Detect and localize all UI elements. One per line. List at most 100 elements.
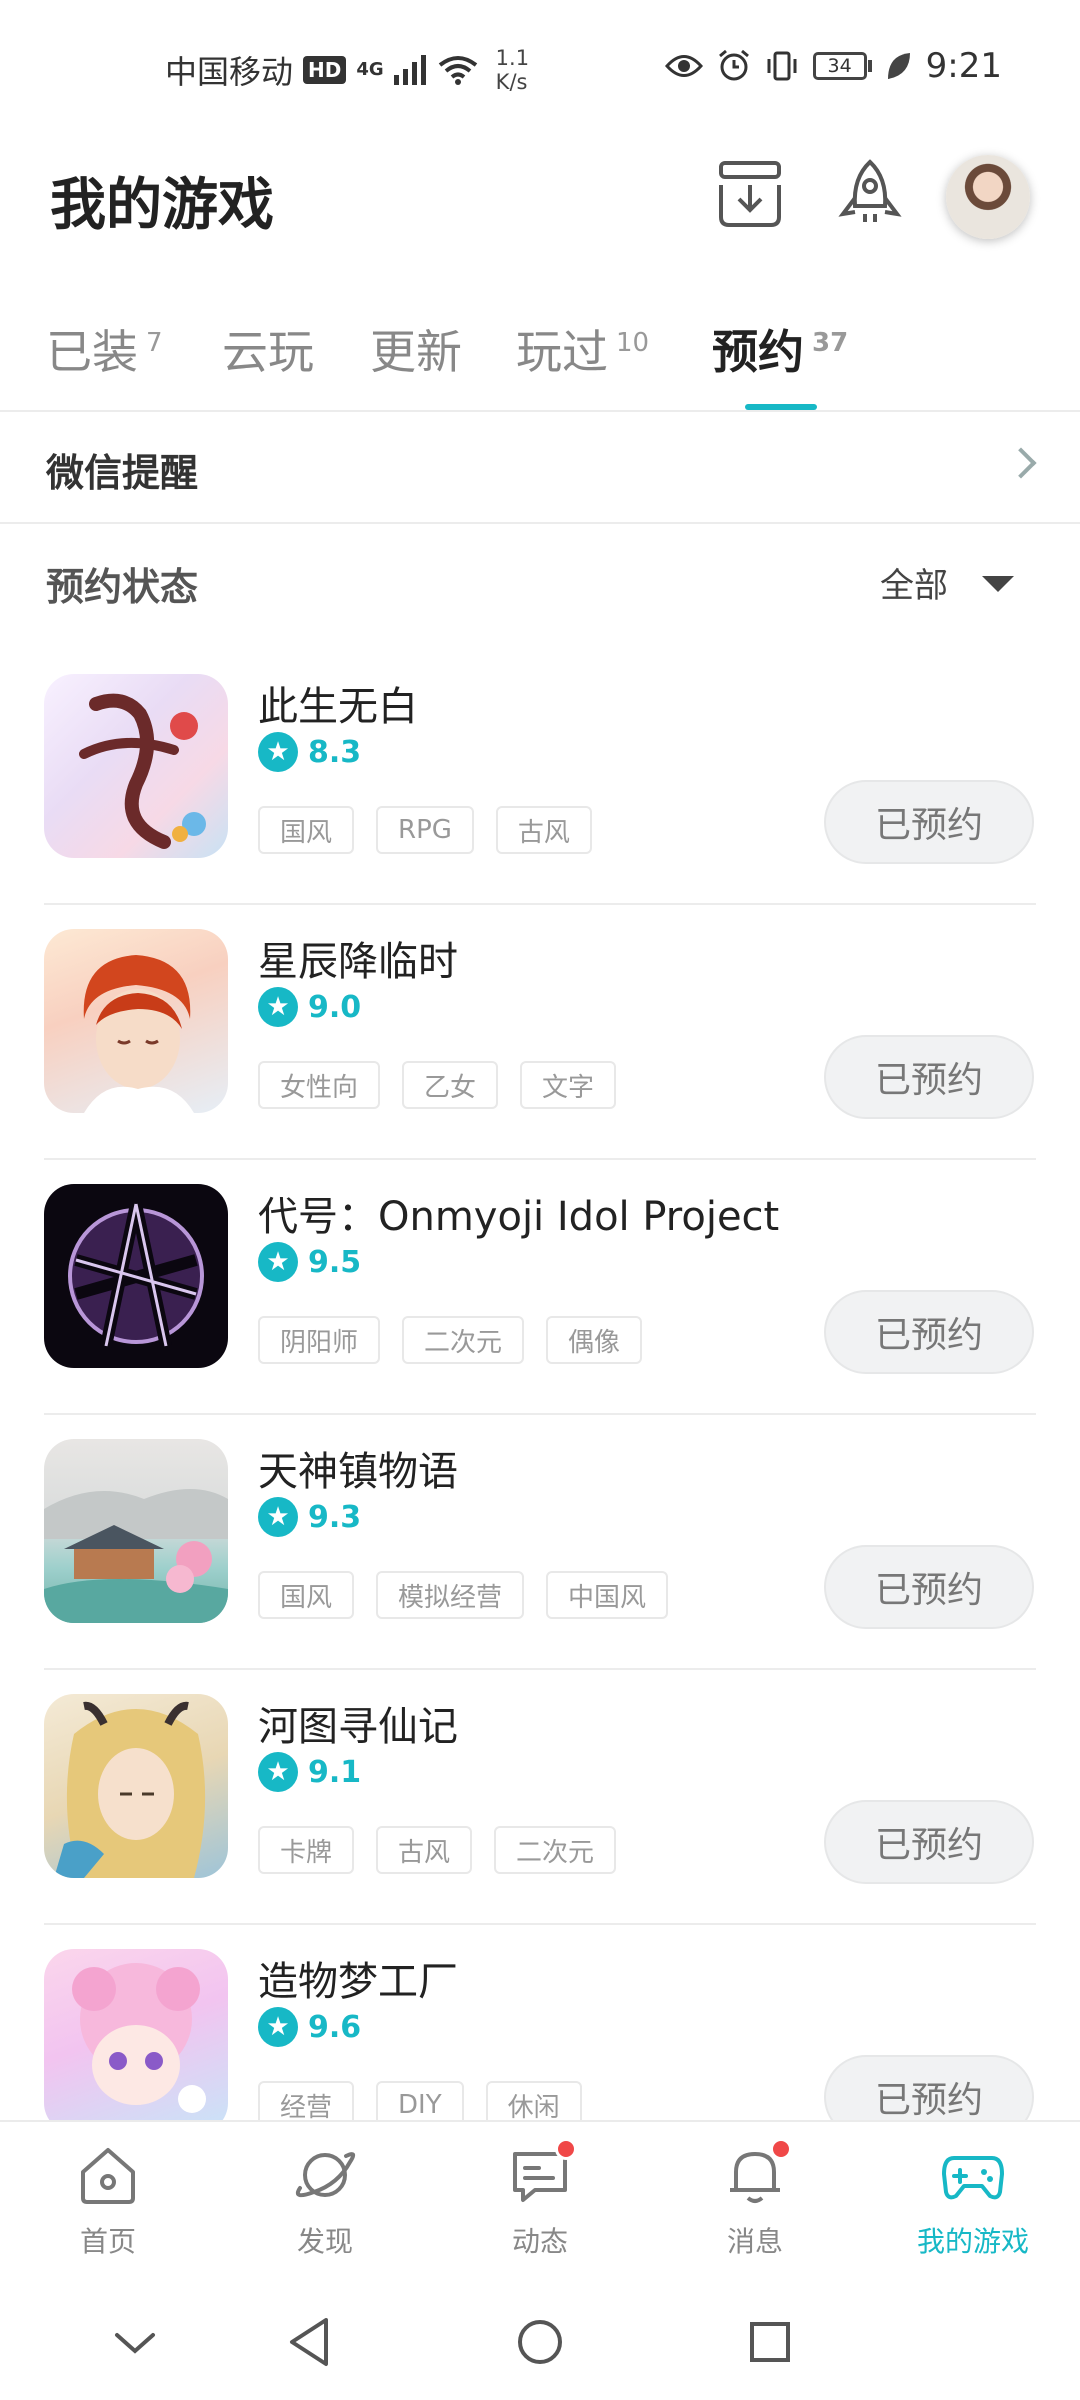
reserved-button[interactable]: 已预约 [824,1545,1034,1629]
rating-value: 8.3 [308,734,362,770]
game-item[interactable]: 造物梦工厂 ★ 9.6 经营 DIY 休闲 已预约 [0,1925,1080,2120]
notification-dot [555,2138,577,2160]
alarm-icon [718,49,749,81]
back-button[interactable] [280,2312,340,2372]
game-icon[interactable] [44,929,228,1113]
game-icon[interactable] [44,1694,228,1878]
game-tag: RPG [376,806,474,854]
nav-messages[interactable]: 消息 [675,2138,835,2260]
tab-played[interactable]: 玩过 10 [516,316,649,382]
nav-my-games[interactable]: 我的游戏 [893,2142,1053,2260]
download-manager-button[interactable] [708,152,792,236]
chat-icon [507,2138,577,2208]
tab-label: 更新 [370,325,462,379]
game-tags: 卡牌 古风 二次元 [258,1826,617,1874]
game-icon-art [44,1489,228,1623]
game-rating: ★ 9.0 [258,987,361,1027]
star-icon: ★ [258,2007,298,2047]
game-icon[interactable] [44,674,228,858]
filter-dropdown[interactable]: 全部 [880,558,948,607]
game-tag: 乙女 [402,1061,499,1109]
game-item[interactable]: 河图寻仙记 ★ 9.1 卡牌 古风 二次元 已预约 [0,1670,1080,1925]
tab-updates[interactable]: 更新 [370,316,462,382]
game-tag: 阴阳师 [258,1316,381,1364]
notification-dot [770,2138,792,2160]
wechat-reminder-label: 微信提醒 [46,451,199,495]
reserved-button[interactable]: 已预约 [824,1290,1034,1374]
game-name: 河图寻仙记 [258,1704,458,1750]
page-title: 我的游戏 [50,173,274,238]
reserved-button[interactable]: 已预约 [824,2055,1034,2120]
star-icon: ★ [258,987,298,1027]
reservation-filter-row: 预约状态 全部 [0,524,1080,644]
game-rating: ★ 9.5 [258,1242,361,1282]
wechat-reminder-row[interactable]: 微信提醒 [0,412,1080,522]
reserved-button[interactable]: 已预约 [824,1800,1034,1884]
rating-value: 9.3 [308,1499,362,1535]
reserved-button[interactable]: 已预约 [824,1035,1034,1119]
game-tag: 文字 [520,1061,617,1109]
game-name: 星辰降临时 [258,939,458,985]
reserved-button[interactable]: 已预约 [824,780,1034,864]
nav-discover[interactable]: 发现 [245,2142,405,2260]
nav-feed[interactable]: 动态 [460,2138,620,2260]
wifi-icon [438,56,477,85]
game-icon[interactable] [44,1439,228,1623]
filter-label: 预约状态 [46,565,199,609]
game-icon[interactable] [44,1184,228,1368]
game-tag: 国风 [258,806,355,854]
game-name: 此生无白 [258,684,418,730]
back-triangle-icon [290,2318,328,2366]
home-system-button[interactable] [510,2312,570,2372]
speedup-button[interactable] [828,152,912,236]
header: 我的游戏 [0,130,1080,260]
game-item[interactable]: 代号：Onmyoji Idol Project ★ 9.5 阴阳师 二次元 偶像… [0,1160,1080,1415]
game-rating: ★ 8.3 [258,732,361,772]
network-type: 4G [356,59,384,80]
nav-home[interactable]: 首页 [28,2142,188,2260]
carrier-name: 中国移动 [165,53,294,91]
status-right: 34 9:21 [664,46,1002,86]
avatar[interactable] [946,155,1030,239]
rocket-icon [838,159,902,222]
game-rating: ★ 9.6 [258,2007,361,2047]
star-icon: ★ [258,732,298,772]
collapse-button[interactable] [105,2312,165,2372]
leaf-icon [887,53,910,79]
game-icon-art [79,693,206,849]
star-icon: ★ [258,1752,298,1792]
game-item[interactable]: 此生无白 ★ 8.3 国风 RPG 古风 已预约 [0,650,1080,905]
home-icon [75,2142,141,2208]
rating-value: 9.1 [308,1754,362,1790]
clock: 9:21 [925,46,1002,86]
star-icon: ★ [258,1497,298,1537]
tab-installed[interactable]: 已装 7 [46,316,163,382]
game-item[interactable]: 天神镇物语 ★ 9.3 国风 模拟经营 中国风 已预约 [0,1415,1080,1670]
game-tag: 二次元 [494,1826,617,1874]
game-icon[interactable] [44,1949,228,2120]
speed-unit: K/s [495,70,528,94]
caret-down-icon[interactable] [982,576,1014,592]
rating-value: 9.0 [308,989,362,1025]
game-name: 造物梦工厂 [258,1959,458,2005]
tab-cloud-play[interactable]: 云玩 [222,316,314,382]
game-tag: 偶像 [546,1316,643,1364]
tab-count: 10 [616,328,650,358]
battery-tip [867,60,872,72]
circle-home-icon [518,2320,562,2364]
nav-label: 消息 [726,2225,783,2258]
eye-icon [664,55,703,77]
game-tags: 阴阳师 二次元 偶像 [258,1316,643,1364]
game-item[interactable]: 星辰降临时 ★ 9.0 女性向 乙女 文字 已预约 [0,905,1080,1160]
game-tag: 国风 [258,1571,355,1619]
game-tag: 休闲 [485,2081,582,2120]
square-recents-icon [750,2322,790,2362]
game-rating: ★ 9.1 [258,1752,361,1792]
tab-reserved[interactable]: 预约 37 [712,316,848,382]
tab-label: 云玩 [222,325,314,379]
game-name: 天神镇物语 [258,1449,458,1495]
recents-button[interactable] [740,2312,800,2372]
bell-icon [722,2138,792,2208]
game-tag: 卡牌 [258,1826,355,1874]
game-tags: 女性向 乙女 文字 [258,1061,617,1109]
